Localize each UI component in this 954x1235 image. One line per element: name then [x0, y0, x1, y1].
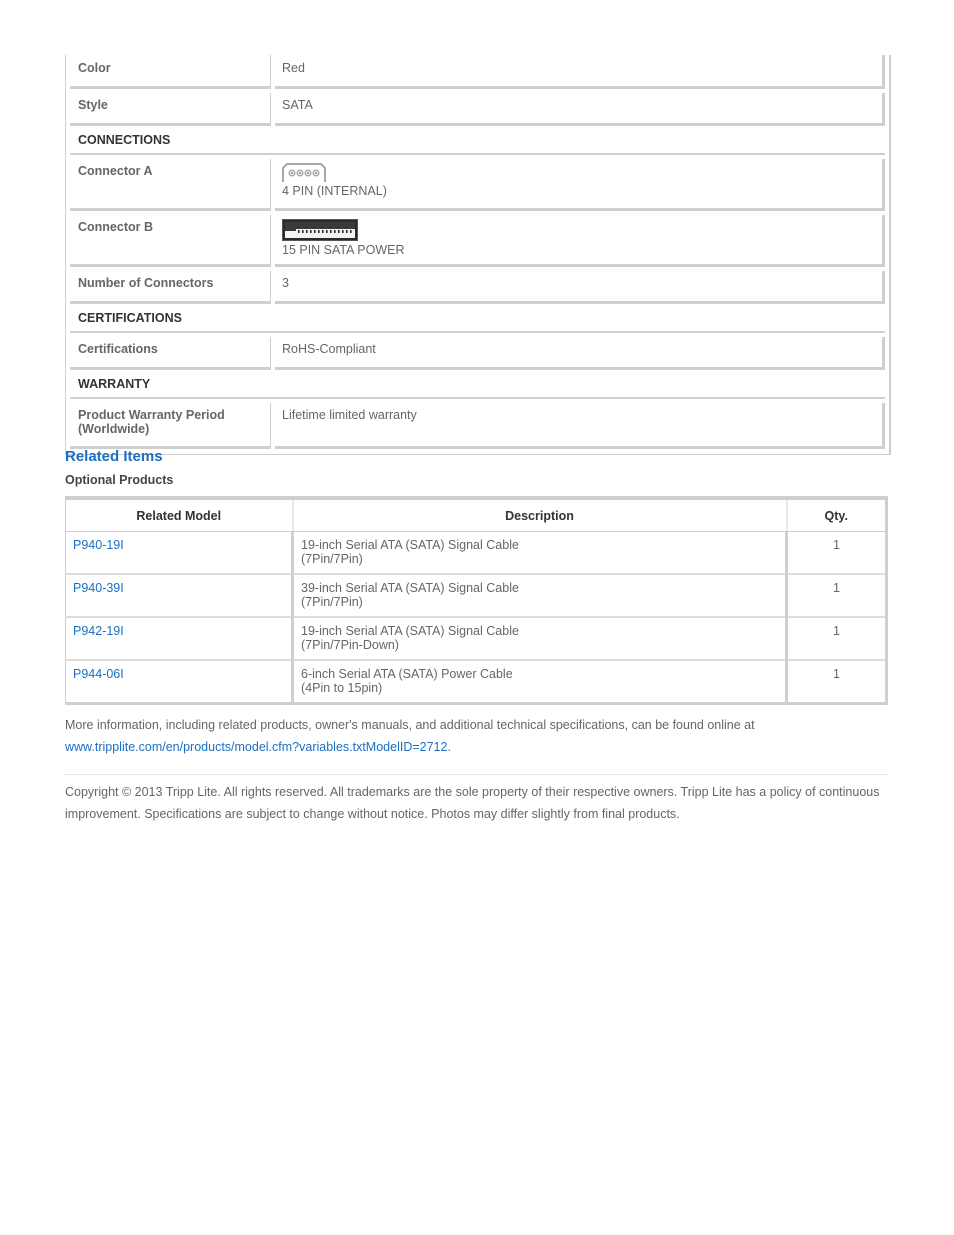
- qty-cell: 1: [833, 667, 840, 681]
- 15-pin-sata-power-connector-icon: [282, 219, 358, 244]
- spec-label-line: Product Warranty Period: [78, 408, 225, 422]
- spec-label: Connector A: [70, 159, 271, 211]
- more-info-text: More information, including related prod…: [65, 718, 755, 732]
- spec-value: 4 PIN (INTERNAL): [275, 159, 885, 211]
- related-products-table: Related Model Description Qty. P940-19I …: [65, 496, 888, 705]
- more-info-paragraph: More information, including related prod…: [65, 714, 888, 758]
- description-line: 39-inch Serial ATA (SATA) Signal Cable: [301, 581, 519, 595]
- column-header-related-model: Related Model: [65, 498, 293, 532]
- footer-divider: [65, 774, 888, 775]
- copyright-notice: Copyright © 2013 Tripp Lite. All rights …: [65, 785, 880, 821]
- spec-row-color: Color Red: [70, 55, 885, 89]
- section-heading-warranty: WARRANTY: [70, 372, 885, 399]
- model-link[interactable]: P944-06I: [73, 667, 124, 681]
- description-line: (7Pin/7Pin): [301, 595, 363, 609]
- spec-value: Lifetime limited warranty: [275, 403, 885, 449]
- link-suffix: .: [447, 740, 451, 754]
- spec-row-style: Style SATA: [70, 89, 885, 126]
- table-row: P940-19I 19-inch Serial ATA (SATA) Signa…: [65, 531, 887, 575]
- spec-value: 3: [275, 271, 885, 304]
- description-line: 6-inch Serial ATA (SATA) Power Cable: [301, 667, 513, 681]
- spec-row-certifications: Certifications RoHS-Compliant: [70, 333, 885, 370]
- qty-cell: 1: [786, 617, 887, 661]
- description-line: 19-inch Serial ATA (SATA) Signal Cable: [301, 538, 519, 552]
- spec-label: Style: [70, 93, 271, 126]
- spec-value: 15 PIN SATA POWER: [275, 215, 885, 267]
- connector-b-text: 15 PIN SATA POWER: [282, 243, 405, 257]
- description-line: (7Pin/7Pin): [301, 552, 363, 566]
- spec-label: Product Warranty Period (Worldwide): [70, 403, 271, 449]
- spec-row-connector-a: Connector A 4 PIN (INTERNAL): [70, 155, 885, 211]
- column-header-description: Description: [291, 498, 788, 532]
- spec-label: Number of Connectors: [70, 271, 271, 304]
- section-heading-connections: CONNECTIONS: [70, 128, 885, 155]
- spec-value: SATA: [275, 93, 885, 126]
- product-page-link[interactable]: www.tripplite.com/en/products/model.cfm?…: [65, 740, 447, 754]
- spec-value: RoHS-Compliant: [275, 337, 885, 370]
- optional-products-heading: Optional Products: [65, 473, 174, 487]
- connector-a-text: 4 PIN (INTERNAL): [282, 184, 387, 198]
- column-header-qty: Qty.: [786, 498, 887, 532]
- table-header-row: Related Model Description Qty.: [65, 498, 887, 532]
- description-line: (4Pin to 15pin): [301, 681, 383, 695]
- model-link[interactable]: P940-39I: [73, 581, 124, 595]
- model-link[interactable]: P940-19I: [73, 538, 124, 552]
- table-row: P940-39I 39-inch Serial ATA (SATA) Signa…: [65, 574, 887, 618]
- spec-row-connector-b: Connector B 15 PIN SATA POWER: [70, 211, 885, 267]
- spec-value: Red: [275, 55, 885, 89]
- related-items-heading: Related Items: [65, 448, 163, 465]
- section-heading-certifications: CERTIFICATIONS: [70, 306, 885, 333]
- spec-row-warranty: Product Warranty Period (Worldwide) Life…: [70, 399, 885, 449]
- table-row: P944-06I 6-inch Serial ATA (SATA) Power …: [66, 660, 887, 704]
- page-content: Color Red Style SATA CONNECTIONS Connect…: [65, 55, 891, 821]
- spec-label: Connector B: [70, 215, 271, 267]
- spec-label-line: (Worldwide): [78, 422, 150, 436]
- table-row: P942-19I 19-inch Serial ATA (SATA) Signa…: [65, 617, 887, 661]
- model-link[interactable]: P942-19I: [73, 624, 124, 638]
- 4-pin-molex-connector-icon: [282, 163, 326, 186]
- spec-label: Color: [70, 55, 271, 89]
- spec-label: Certifications: [70, 337, 271, 370]
- description-line: 19-inch Serial ATA (SATA) Signal Cable: [301, 624, 519, 638]
- qty-cell: 1: [786, 574, 887, 618]
- description-line: (7Pin/7Pin-Down): [301, 638, 399, 652]
- qty-cell: 1: [786, 531, 887, 575]
- spec-row-number-of-connectors: Number of Connectors 3: [70, 267, 885, 304]
- spec-table: Color Red Style SATA CONNECTIONS Connect…: [65, 55, 891, 455]
